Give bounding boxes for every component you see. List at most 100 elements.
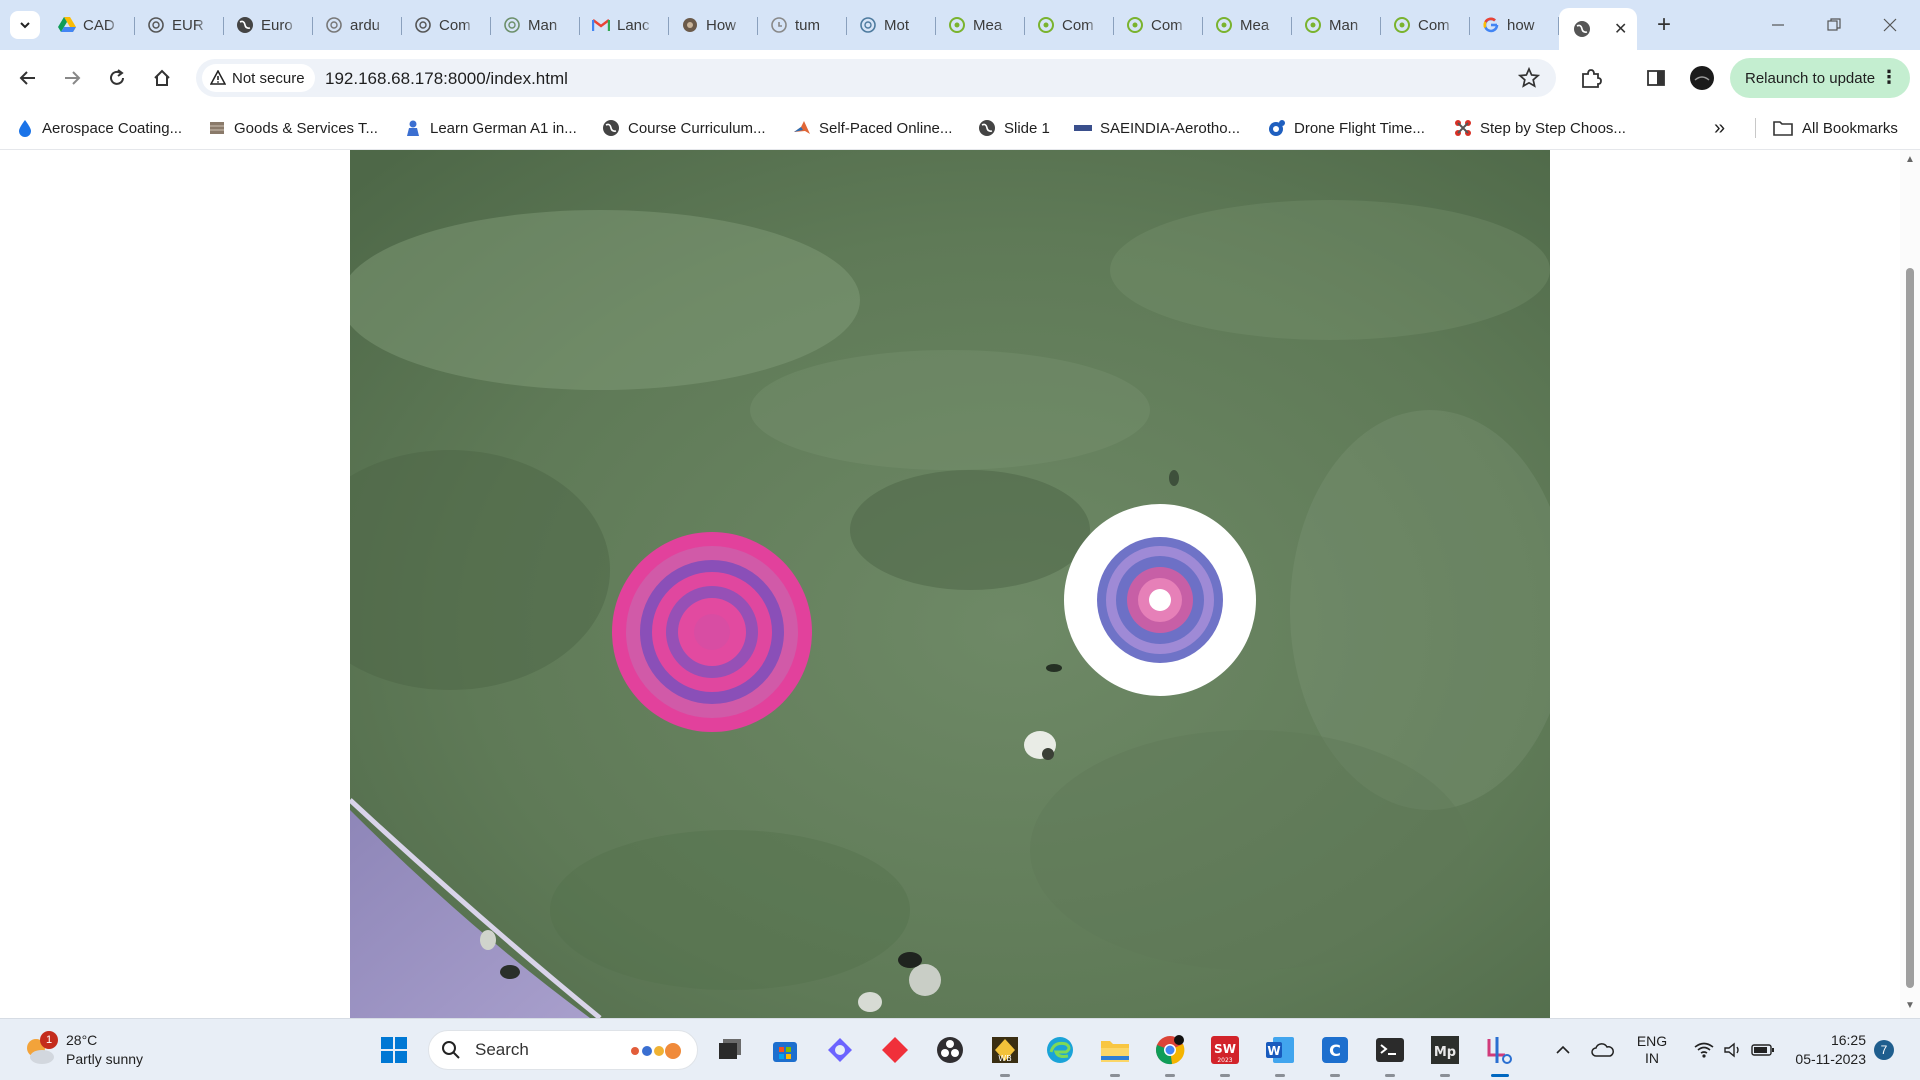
active-tab[interactable]: ✕: [1559, 8, 1637, 50]
red-diamond-app-button[interactable]: [875, 1030, 915, 1070]
new-tab-button[interactable]: +: [1650, 11, 1678, 39]
terminal-button[interactable]: [1370, 1030, 1410, 1077]
tab[interactable]: Com: [1381, 8, 1470, 42]
bookmark-item[interactable]: Aerospace Coating...: [16, 116, 182, 140]
tab[interactable]: Euro: [224, 8, 313, 42]
menu-dots-icon[interactable]: ⋮: [1880, 66, 1898, 88]
tab[interactable]: how: [1470, 8, 1559, 42]
vertical-scrollbar[interactable]: ▲ ▼: [1900, 150, 1920, 1018]
extensions-button[interactable]: [1575, 62, 1607, 94]
bookmark-label: Slide 1: [1004, 119, 1050, 137]
profile-button[interactable]: [1686, 62, 1718, 94]
tab[interactable]: Lanc: [580, 8, 669, 42]
tab[interactable]: Mea: [1203, 8, 1292, 42]
tab[interactable]: CAD: [46, 8, 135, 42]
onedrive-button[interactable]: [1588, 1030, 1618, 1070]
copilot-button[interactable]: [820, 1030, 860, 1070]
chatgpt-icon: [859, 16, 877, 34]
scroll-down-icon[interactable]: ▼: [1905, 1000, 1915, 1011]
solidworks-button[interactable]: SW 2023: [1205, 1030, 1245, 1077]
security-label: Not secure: [232, 69, 305, 87]
bookmark-label: Goods & Services T...: [234, 119, 378, 137]
bookmark-item[interactable]: Drone Flight Time...: [1268, 116, 1425, 140]
tab[interactable]: Man: [1292, 8, 1381, 42]
chrome-icon: [1156, 1035, 1185, 1065]
bookmark-item[interactable]: SAEINDIA-Aerotho...: [1074, 116, 1240, 140]
snipping-tool-icon: [1487, 1037, 1512, 1064]
snipping-tool-button[interactable]: [1480, 1030, 1520, 1077]
tab[interactable]: tum: [758, 8, 847, 42]
minimize-button[interactable]: [1750, 0, 1806, 50]
tab[interactable]: EUR: [135, 8, 224, 42]
show-hidden-icons-button[interactable]: [1550, 1030, 1576, 1070]
drone-video-feed: [350, 150, 1550, 1018]
taskbar-search[interactable]: Search: [428, 1030, 698, 1070]
bookmark-label: Learn German A1 in...: [430, 119, 577, 137]
tab[interactable]: Com: [402, 8, 491, 42]
scroll-up-icon[interactable]: ▲: [1905, 154, 1915, 165]
address-bar[interactable]: Not secure 192.168.68.178:8000/index.htm…: [196, 59, 1556, 97]
microsoft-store-icon: [773, 1042, 797, 1062]
globe-icon: [978, 119, 996, 137]
forward-button[interactable]: [56, 62, 88, 94]
notification-count-badge[interactable]: 7: [1874, 1040, 1894, 1060]
bookmark-item[interactable]: Self-Paced Online...: [793, 116, 952, 140]
chrome-button[interactable]: [1150, 1030, 1190, 1077]
obs-button[interactable]: [930, 1030, 970, 1070]
language-indicator[interactable]: ENG IN: [1632, 1030, 1672, 1070]
folder-icon: [1772, 119, 1794, 137]
url-text[interactable]: 192.168.68.178:8000/index.html: [325, 69, 568, 89]
bookmark-star-button[interactable]: [1517, 66, 1541, 94]
tab[interactable]: How: [669, 8, 758, 42]
tab[interactable]: Man: [491, 8, 580, 42]
bookmark-item[interactable]: Goods & Services T...: [208, 116, 378, 140]
all-bookmarks-button[interactable]: All Bookmarks: [1772, 116, 1898, 140]
saeindia-logo-icon: [1074, 119, 1092, 137]
close-window-button[interactable]: [1862, 0, 1918, 50]
clock[interactable]: 16:25 05-11-2023: [1782, 1031, 1866, 1069]
page-content: ▲ ▼: [0, 150, 1920, 1018]
bookmark-item[interactable]: Course Curriculum...: [602, 116, 766, 140]
gmail-icon: [592, 16, 610, 34]
relaunch-to-update-button[interactable]: Relaunch to update ⋮: [1730, 58, 1910, 98]
tab-title: EUR: [172, 16, 204, 34]
home-button[interactable]: [146, 62, 178, 94]
forward-arrow-icon: [65, 71, 81, 85]
close-tab-icon[interactable]: ✕: [1614, 19, 1627, 39]
mission-planner-button[interactable]: Mp: [1425, 1030, 1465, 1077]
bookmark-item[interactable]: Step by Step Choos...: [1454, 116, 1626, 140]
search-placeholder: Search: [475, 1040, 529, 1059]
back-button[interactable]: [12, 62, 44, 94]
restore-button[interactable]: [1806, 0, 1862, 50]
file-explorer-button[interactable]: [1095, 1030, 1135, 1077]
security-indicator[interactable]: Not secure: [202, 64, 315, 92]
bookmark-label: Self-Paced Online...: [819, 119, 953, 137]
word-button[interactable]: W: [1260, 1030, 1300, 1077]
tab[interactable]: Mea: [936, 8, 1025, 42]
microsoft-store-button[interactable]: [765, 1030, 805, 1070]
weather-widget[interactable]: 1 28°C Partly sunny: [22, 1029, 143, 1071]
task-view-button[interactable]: [710, 1030, 750, 1070]
tab[interactable]: ardu: [313, 8, 402, 42]
chatgpt-icon: [325, 16, 343, 34]
bookmarks-overflow-button[interactable]: »: [1714, 116, 1725, 140]
running-indicator: [1491, 1074, 1509, 1077]
quick-settings-button[interactable]: [1684, 1030, 1784, 1070]
star-icon: [1517, 66, 1541, 88]
side-panel-button[interactable]: [1640, 62, 1672, 94]
edge-button[interactable]: [1040, 1030, 1080, 1070]
tab-search-button[interactable]: [10, 11, 40, 39]
tab-title: CAD: [83, 16, 115, 34]
reload-button[interactable]: [101, 62, 133, 94]
bookmark-item[interactable]: Slide 1: [978, 116, 1050, 140]
c-app-button[interactable]: C: [1315, 1030, 1355, 1077]
tab[interactable]: Com: [1114, 8, 1203, 42]
tab[interactable]: Com: [1025, 8, 1114, 42]
tab[interactable]: Mot: [847, 8, 936, 42]
grammarly-icon: [770, 16, 788, 34]
workbench-button[interactable]: WB: [985, 1030, 1025, 1077]
bookmark-item[interactable]: Learn German A1 in...: [404, 116, 577, 140]
workbench-icon: WB: [992, 1037, 1018, 1063]
scroll-thumb[interactable]: [1906, 268, 1914, 988]
start-button[interactable]: [374, 1030, 414, 1070]
